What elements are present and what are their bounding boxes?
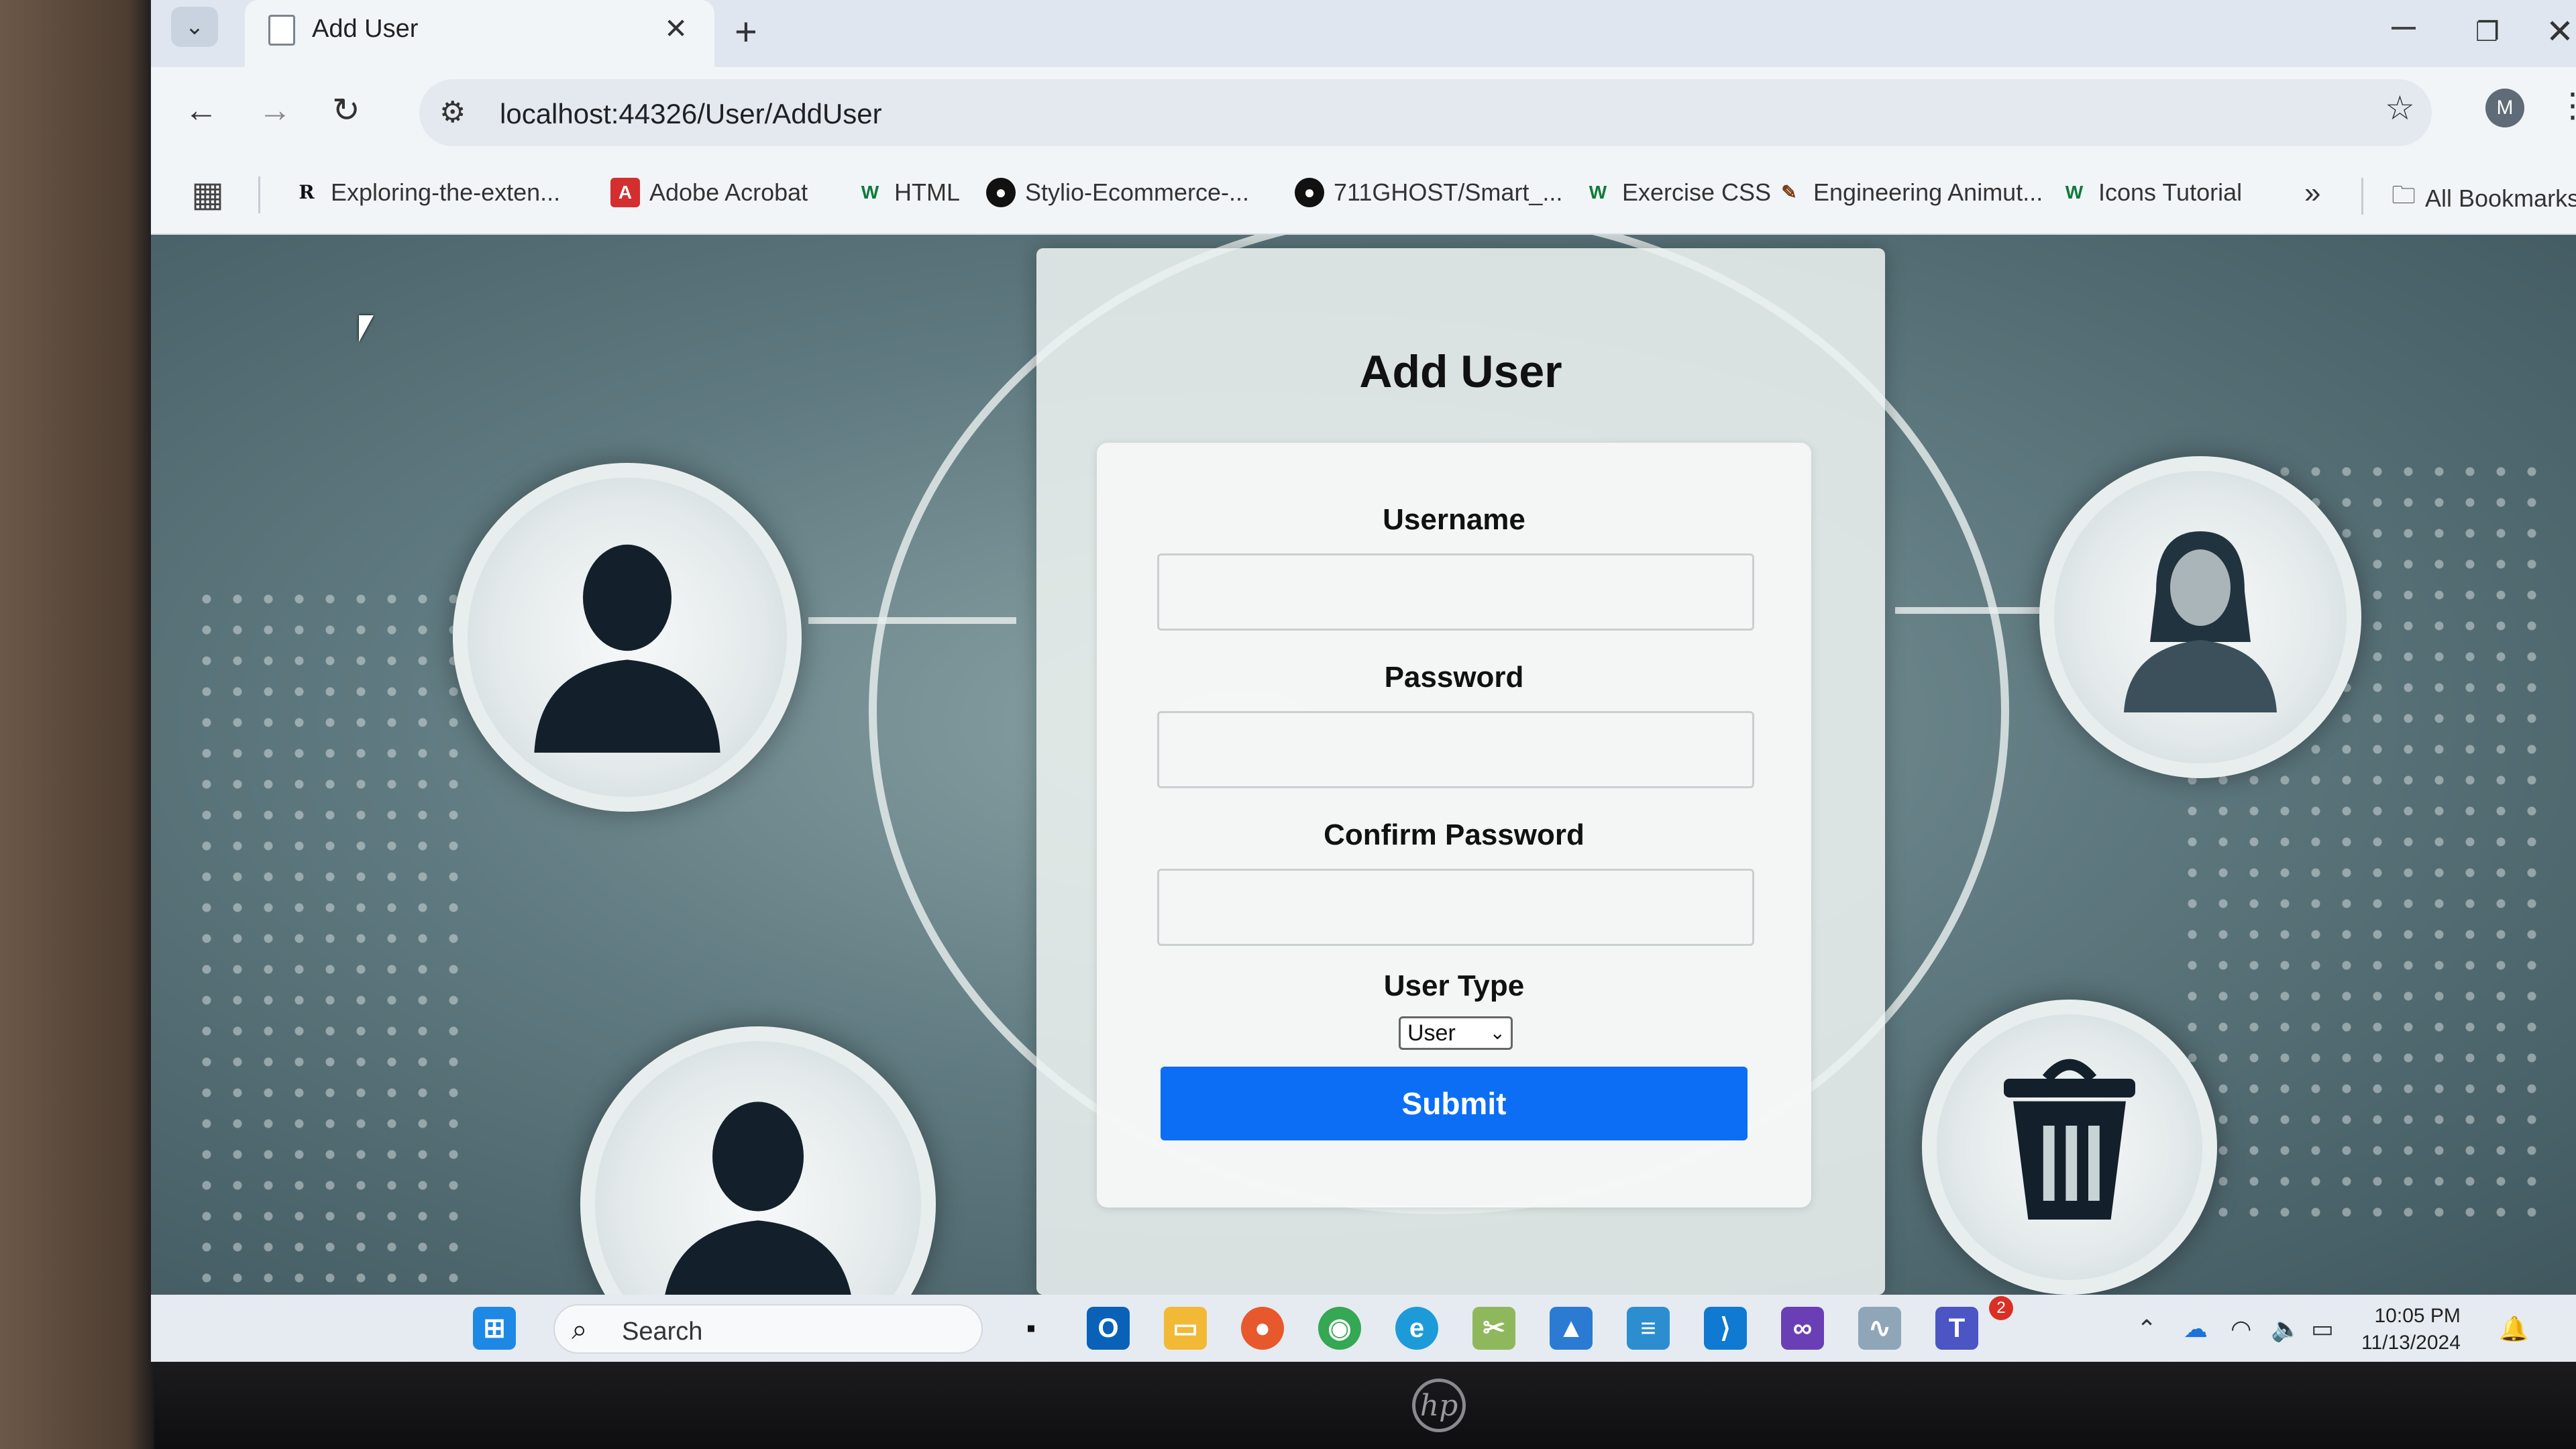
profile-avatar[interactable]: M xyxy=(2485,89,2524,127)
tab-search-button[interactable]: ⌄ xyxy=(171,7,218,47)
user-type-label: User Type xyxy=(1383,969,1525,1002)
restore-button[interactable]: ❐ xyxy=(2475,17,2500,48)
system-clock[interactable]: 10:05 PM 11/13/2024 xyxy=(2361,1303,2461,1356)
teams-icon[interactable]: T xyxy=(1935,1307,1978,1350)
bookmark-item[interactable]: W HTML xyxy=(855,178,960,207)
outlook-icon[interactable]: O xyxy=(1087,1307,1130,1350)
menu-kebab-icon[interactable]: ⋮ xyxy=(2556,86,2576,125)
new-tab-button[interactable]: + xyxy=(735,9,757,54)
bookmark-item[interactable]: ● 711GHOST/Smart_... xyxy=(1295,178,1562,207)
wifi-icon[interactable]: ◠ xyxy=(2231,1315,2251,1343)
windows-start-icon[interactable]: ⊞ xyxy=(473,1307,516,1350)
hp-logo: hp xyxy=(1412,1379,1466,1432)
page-title: Add User xyxy=(1359,346,1562,397)
page-icon xyxy=(268,15,295,46)
tab-title: Add User xyxy=(312,15,419,43)
site-info-icon[interactable]: ⚙ xyxy=(439,95,466,129)
chevron-down-icon: ⌄ xyxy=(1489,1022,1505,1043)
female-silhouette-icon xyxy=(2124,531,2277,712)
edge-icon[interactable]: e xyxy=(1395,1307,1438,1350)
bookmark-item[interactable]: ● Stylio-Ecommerce-... xyxy=(986,178,1249,207)
password-label: Password xyxy=(1384,661,1524,694)
password-input[interactable] xyxy=(1157,711,1754,788)
onedrive-icon[interactable]: ☁ xyxy=(2184,1315,2208,1343)
bookmark-item[interactable]: R Exploring-the-exten... xyxy=(292,178,560,207)
all-bookmarks-button[interactable]: 🗀 All Bookmarks xyxy=(2392,178,2576,219)
close-window-button[interactable]: ✕ xyxy=(2546,12,2574,51)
bookmark-star-icon[interactable]: ☆ xyxy=(2385,89,2415,127)
page-content: Add User Username Password Confirm Passw… xyxy=(151,235,2576,1315)
tab-add-user[interactable]: Add User ✕ xyxy=(245,0,714,67)
female-avatar-circle xyxy=(2039,456,2361,778)
username-label: Username xyxy=(1383,503,1525,536)
tab-close-icon[interactable]: ✕ xyxy=(664,12,688,45)
tab-strip: ⌄ Add User ✕ + ❐ ✕ xyxy=(151,0,2576,67)
bookmark-item[interactable]: ✎ Engineering Animut... xyxy=(1774,178,2043,207)
taskbar-search[interactable]: ⌕ Search xyxy=(553,1304,983,1354)
bookmarks-separator xyxy=(258,176,260,213)
decorative-line xyxy=(808,617,1016,624)
user-silhouette-icon xyxy=(534,544,720,753)
notification-bell-icon[interactable]: 🔔 xyxy=(2499,1315,2529,1343)
user-avatar-circle xyxy=(580,1026,936,1315)
minimize-button[interactable] xyxy=(2392,27,2416,30)
confirm-password-label: Confirm Password xyxy=(1324,818,1585,851)
bookmark-item[interactable]: W Exercise CSS xyxy=(1583,178,1771,207)
trash-circle xyxy=(1922,1000,2217,1295)
url-text[interactable]: localhost:44326/User/AddUser xyxy=(500,98,882,130)
add-user-card: Add User Username Password Confirm Passw… xyxy=(1036,248,1885,1295)
snipping-tool-icon[interactable]: ✂ xyxy=(1472,1307,1515,1350)
laptop-bezel xyxy=(154,1362,2576,1449)
acrobat-icon: A xyxy=(610,178,640,207)
file-explorer-icon[interactable]: ▭ xyxy=(1164,1307,1207,1350)
monitor-icon[interactable]: ∿ xyxy=(1858,1307,1901,1350)
user-silhouette-icon xyxy=(662,1102,854,1315)
volume-mute-icon[interactable]: 🔈 xyxy=(2271,1315,2301,1343)
taskbar: ⊞ ⌕ Search ▪ O ▭ ● ◉ e ✂ ▲ ≡ ⟩ ∞ ∿ T 2 ⌃… xyxy=(151,1295,2576,1362)
w3schools-icon: W xyxy=(861,182,879,203)
notepad-icon[interactable]: ≡ xyxy=(1627,1307,1670,1350)
bookmark-item[interactable]: A Adobe Acrobat xyxy=(610,178,808,207)
github-icon: ● xyxy=(986,178,1016,207)
apps-grid-icon[interactable]: ▦ xyxy=(191,174,224,215)
search-icon: ⌕ xyxy=(572,1313,588,1345)
bookmarks-bar: ▦ R Exploring-the-exten... A Adobe Acrob… xyxy=(151,158,2576,235)
more-bookmarks-icon[interactable]: » xyxy=(2304,176,2320,210)
notification-badge: 2 xyxy=(1989,1296,2013,1320)
engineering-icon: ✎ xyxy=(1781,182,1797,203)
chevron-up-icon[interactable]: ⌃ xyxy=(2137,1315,2157,1343)
battery-icon[interactable]: ▭ xyxy=(2311,1315,2334,1343)
submit-button[interactable]: Submit xyxy=(1161,1067,1748,1140)
user-avatar-circle xyxy=(453,463,802,812)
reload-icon[interactable]: ↻ xyxy=(332,91,360,129)
forward-icon[interactable]: → xyxy=(258,91,292,129)
photos-icon[interactable]: ▲ xyxy=(1550,1307,1593,1350)
w3schools-icon: W xyxy=(2065,182,2084,203)
decorative-dots xyxy=(191,584,473,1288)
r-icon: R xyxy=(299,181,315,203)
bookmark-item[interactable]: W Icons Tutorial xyxy=(2059,178,2242,207)
trash-icon xyxy=(2004,1059,2135,1220)
address-bar[interactable]: ⚙ localhost:44326/User/AddUser xyxy=(419,79,2432,146)
confirm-password-input[interactable] xyxy=(1157,869,1754,946)
github-icon: ● xyxy=(1295,178,1324,207)
visual-studio-icon[interactable]: ∞ xyxy=(1781,1307,1824,1350)
user-type-select[interactable]: User ⌄ xyxy=(1399,1016,1513,1050)
folder-icon: 🗀 xyxy=(2392,181,2416,209)
task-view-icon[interactable]: ▪ xyxy=(1010,1307,1053,1350)
browser-toolbar: ← → ↻ ⚙ localhost:44326/User/AddUser ☆ M… xyxy=(151,67,2576,158)
mouse-cursor xyxy=(359,315,374,342)
chrome-icon[interactable]: ◉ xyxy=(1318,1307,1361,1350)
username-input[interactable] xyxy=(1157,553,1754,631)
laptop-screen: ⌄ Add User ✕ + ❐ ✕ ← → ↻ ⚙ localhost:443… xyxy=(151,0,2576,1362)
back-icon[interactable]: ← xyxy=(184,91,218,129)
bookmarks-separator xyxy=(2361,178,2363,215)
w3schools-icon: W xyxy=(1589,182,1607,203)
add-user-form: Username Password Confirm Password User … xyxy=(1097,443,1811,1208)
firefox-icon[interactable]: ● xyxy=(1241,1307,1284,1350)
vscode-icon[interactable]: ⟩ xyxy=(1704,1307,1747,1350)
